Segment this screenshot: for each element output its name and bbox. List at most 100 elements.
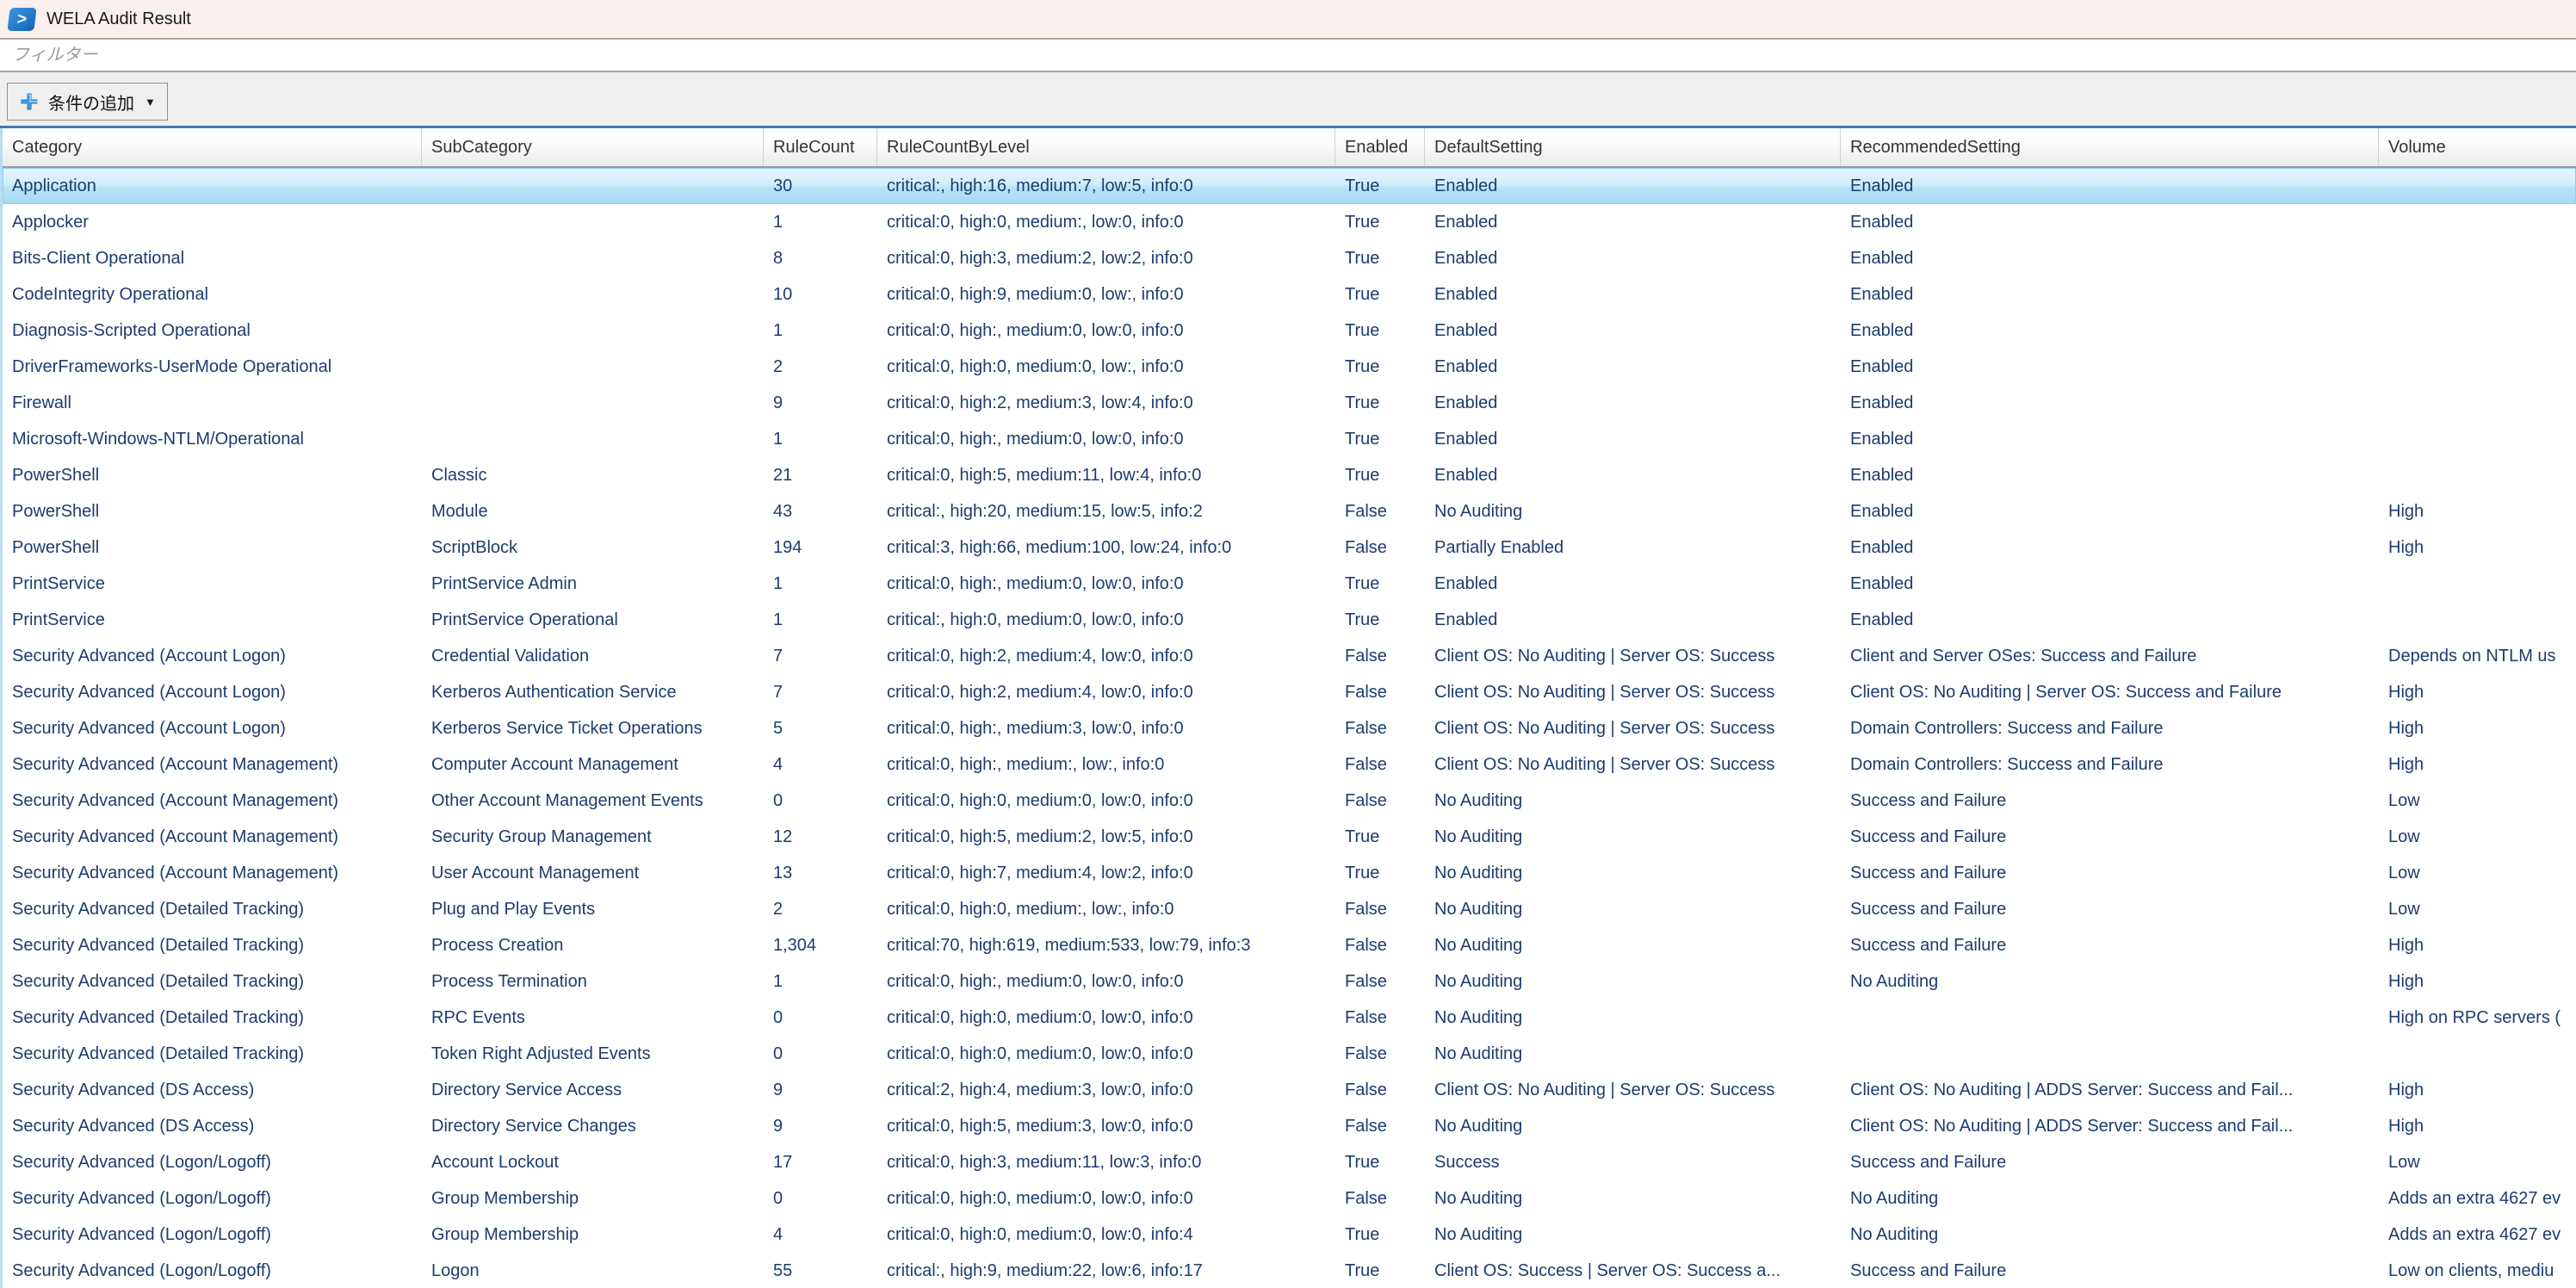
cell-recommended_setting: Enabled bbox=[1841, 457, 2379, 493]
chevron-down-icon: ▼ bbox=[145, 96, 156, 108]
cell-recommended_setting: Client OS: No Auditing | ADDS Server: Su… bbox=[1841, 1072, 2379, 1108]
table-row[interactable]: PowerShellClassic21critical:0, high:5, m… bbox=[3, 457, 2576, 493]
column-header-subcategory[interactable]: SubCategory bbox=[422, 128, 764, 166]
cell-recommended_setting: No Auditing bbox=[1841, 1217, 2379, 1253]
cell-rule_count_by_level: critical:, high:9, medium:22, low:6, inf… bbox=[877, 1253, 1335, 1288]
column-header-rule_count[interactable]: RuleCount bbox=[764, 128, 877, 166]
table-row[interactable]: Security Advanced (Logon/Logoff)Account … bbox=[3, 1144, 2576, 1180]
cell-subcategory: PrintService Admin bbox=[422, 566, 764, 602]
column-header-recommended_setting[interactable]: RecommendedSetting bbox=[1841, 128, 2379, 166]
filter-input[interactable] bbox=[0, 40, 2576, 71]
table-row[interactable]: Security Advanced (Account Management)Se… bbox=[3, 819, 2576, 855]
table-row[interactable]: Security Advanced (Account Logon)Kerbero… bbox=[3, 674, 2576, 710]
cell-volume bbox=[2379, 421, 2576, 457]
cell-rule_count_by_level: critical:, high:20, medium:15, low:5, in… bbox=[877, 493, 1335, 529]
cell-subcategory bbox=[422, 385, 764, 421]
cell-volume: Low on clients, mediu bbox=[2379, 1253, 2576, 1288]
cell-enabled: False bbox=[1335, 891, 1425, 927]
cell-recommended_setting: Client OS: No Auditing | Server OS: Succ… bbox=[1841, 674, 2379, 710]
cell-default_setting: Enabled bbox=[1425, 240, 1841, 276]
table-row[interactable]: Security Advanced (Logon/Logoff)Logon55c… bbox=[3, 1253, 2576, 1288]
cell-rule_count: 2 bbox=[764, 349, 877, 385]
cell-rule_count: 8 bbox=[764, 240, 877, 276]
table-row[interactable]: Applocker1critical:0, high:0, medium:, l… bbox=[3, 204, 2576, 240]
cell-enabled: False bbox=[1335, 783, 1425, 819]
cell-rule_count_by_level: critical:0, high:5, medium:11, low:4, in… bbox=[877, 457, 1335, 493]
cell-rule_count_by_level: critical:0, high:7, medium:4, low:2, inf… bbox=[877, 855, 1335, 891]
cell-enabled: False bbox=[1335, 963, 1425, 1000]
table-row[interactable]: Security Advanced (Detailed Tracking)RPC… bbox=[3, 1000, 2576, 1036]
table-row[interactable]: PowerShellScriptBlock194critical:3, high… bbox=[3, 529, 2576, 566]
cell-volume: High bbox=[2379, 529, 2576, 566]
cell-rule_count: 0 bbox=[764, 783, 877, 819]
results-grid: CategorySubCategoryRuleCountRuleCountByL… bbox=[0, 128, 2576, 1288]
table-row[interactable]: PowerShellModule43critical:, high:20, me… bbox=[3, 493, 2576, 529]
table-row[interactable]: Security Advanced (DS Access)Directory S… bbox=[3, 1108, 2576, 1144]
cell-subcategory bbox=[422, 168, 764, 204]
cell-category: Applocker bbox=[3, 204, 422, 240]
table-row[interactable]: Security Advanced (Detailed Tracking)Pro… bbox=[3, 927, 2576, 963]
cell-default_setting: No Auditing bbox=[1425, 1217, 1841, 1253]
table-row[interactable]: Security Advanced (Detailed Tracking)Pro… bbox=[3, 963, 2576, 1000]
cell-subcategory bbox=[422, 421, 764, 457]
cell-volume bbox=[2379, 385, 2576, 421]
cell-rule_count: 55 bbox=[764, 1253, 877, 1288]
cell-category: Security Advanced (Detailed Tracking) bbox=[3, 927, 422, 963]
table-row[interactable]: Security Advanced (Detailed Tracking)Tok… bbox=[3, 1036, 2576, 1072]
cell-volume: High bbox=[2379, 493, 2576, 529]
grid-header: CategorySubCategoryRuleCountRuleCountByL… bbox=[3, 128, 2576, 168]
table-row[interactable]: Security Advanced (Account Management)Ot… bbox=[3, 783, 2576, 819]
cell-recommended_setting bbox=[1841, 1000, 2379, 1036]
table-row[interactable]: Security Advanced (Logon/Logoff)Group Me… bbox=[3, 1217, 2576, 1253]
table-row[interactable]: PrintServicePrintService Admin1critical:… bbox=[3, 566, 2576, 602]
cell-rule_count_by_level: critical:0, high:0, medium:0, low:0, inf… bbox=[877, 1000, 1335, 1036]
table-row[interactable]: Bits-Client Operational8critical:0, high… bbox=[3, 240, 2576, 276]
cell-subcategory bbox=[422, 240, 764, 276]
cell-subcategory: Directory Service Access bbox=[422, 1072, 764, 1108]
column-header-enabled[interactable]: Enabled bbox=[1335, 128, 1425, 166]
cell-category: Security Advanced (Logon/Logoff) bbox=[3, 1180, 422, 1217]
table-row[interactable]: Diagnosis-Scripted Operational1critical:… bbox=[3, 313, 2576, 349]
cell-enabled: False bbox=[1335, 1180, 1425, 1217]
cell-rule_count: 7 bbox=[764, 674, 877, 710]
cell-rule_count_by_level: critical:0, high:9, medium:0, low:, info… bbox=[877, 276, 1335, 313]
cell-enabled: False bbox=[1335, 493, 1425, 529]
cell-volume: High bbox=[2379, 710, 2576, 746]
cell-rule_count: 1,304 bbox=[764, 927, 877, 963]
cell-default_setting: No Auditing bbox=[1425, 1180, 1841, 1217]
table-row[interactable]: DriverFrameworks-UserMode Operational2cr… bbox=[3, 349, 2576, 385]
cell-category: PrintService bbox=[3, 602, 422, 638]
column-header-category[interactable]: Category bbox=[3, 128, 422, 166]
cell-recommended_setting: Enabled bbox=[1841, 566, 2379, 602]
cell-default_setting: Enabled bbox=[1425, 385, 1841, 421]
table-row[interactable]: Security Advanced (Account Management)Us… bbox=[3, 855, 2576, 891]
table-row[interactable]: Security Advanced (Logon/Logoff)Group Me… bbox=[3, 1180, 2576, 1217]
cell-default_setting: Enabled bbox=[1425, 566, 1841, 602]
cell-recommended_setting: Domain Controllers: Success and Failure bbox=[1841, 710, 2379, 746]
column-header-default_setting[interactable]: DefaultSetting bbox=[1425, 128, 1841, 166]
grid-body: Application30critical:, high:16, medium:… bbox=[3, 168, 2576, 1288]
table-row[interactable]: Security Advanced (Account Logon)Credent… bbox=[3, 638, 2576, 674]
cell-enabled: True bbox=[1335, 313, 1425, 349]
cell-recommended_setting: Domain Controllers: Success and Failure bbox=[1841, 746, 2379, 783]
table-row[interactable]: Microsoft-Windows-NTLM/Operational1criti… bbox=[3, 421, 2576, 457]
cell-category: Security Advanced (DS Access) bbox=[3, 1108, 422, 1144]
add-criteria-button[interactable]: 条件の追加 ▼ bbox=[7, 83, 168, 121]
table-row[interactable]: Firewall9critical:0, high:2, medium:3, l… bbox=[3, 385, 2576, 421]
cell-category: Security Advanced (Detailed Tracking) bbox=[3, 963, 422, 1000]
table-row[interactable]: PrintServicePrintService Operational1cri… bbox=[3, 602, 2576, 638]
table-row[interactable]: Security Advanced (Detailed Tracking)Plu… bbox=[3, 891, 2576, 927]
table-row[interactable]: Application30critical:, high:16, medium:… bbox=[3, 168, 2576, 204]
table-row[interactable]: Security Advanced (DS Access)Directory S… bbox=[3, 1072, 2576, 1108]
table-row[interactable]: Security Advanced (Account Logon)Kerbero… bbox=[3, 710, 2576, 746]
column-header-rule_count_by_level[interactable]: RuleCountByLevel bbox=[877, 128, 1335, 166]
cell-category: Diagnosis-Scripted Operational bbox=[3, 313, 422, 349]
cell-rule_count: 1 bbox=[764, 566, 877, 602]
table-row[interactable]: CodeIntegrity Operational10critical:0, h… bbox=[3, 276, 2576, 313]
cell-default_setting: Client OS: No Auditing | Server OS: Succ… bbox=[1425, 1072, 1841, 1108]
column-header-volume[interactable]: Volume bbox=[2379, 128, 2576, 166]
cell-rule_count: 1 bbox=[764, 204, 877, 240]
cell-category: Bits-Client Operational bbox=[3, 240, 422, 276]
cell-recommended_setting bbox=[1841, 1036, 2379, 1072]
table-row[interactable]: Security Advanced (Account Management)Co… bbox=[3, 746, 2576, 783]
